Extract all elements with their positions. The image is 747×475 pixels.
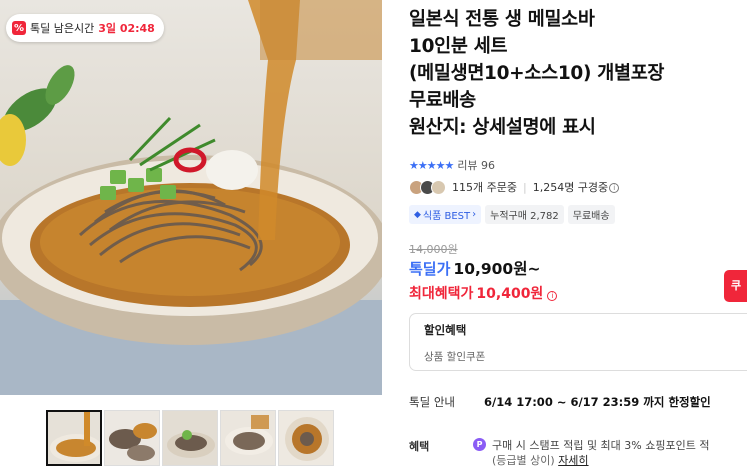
best-badge[interactable]: ◆ 식품 BEST › <box>409 205 482 224</box>
rating-row: ★★★★★ 리뷰 96 <box>409 157 495 173</box>
point-icon: P <box>473 438 486 451</box>
thumbnail-5[interactable] <box>278 410 334 466</box>
main-product-image[interactable]: % 톡딜 남은시간 3일 02:48 <box>0 0 382 395</box>
benefit-line-1: 구매 시 스탬프 적립 및 최대 3% 쇼핑포인트 적 <box>492 439 710 452</box>
max-benefit-row: 최대혜택가 10,400원 i <box>409 283 558 303</box>
deal-timer-badge: % 톡딜 남은시간 3일 02:48 <box>6 14 164 42</box>
benefit-note: (등급별 상이) <box>492 454 555 467</box>
discount-benefit-box[interactable]: 할인혜택 상품 할인쿠폰 <box>409 313 747 371</box>
badge-row: ◆ 식품 BEST › 누적구매 2,782 무료배송 <box>409 205 615 224</box>
free-shipping-badge: 무료배송 <box>567 205 615 224</box>
soba-photo <box>0 0 382 395</box>
title-line-1: 일본식 전통 생 메밀소바 <box>409 9 595 30</box>
discount-subtitle: 상품 할인쿠폰 <box>424 351 486 363</box>
diamond-icon: ◆ <box>414 209 421 220</box>
social-proof-row: 115개 주문중 | 1,254명 구경중 i <box>409 179 620 195</box>
chevron-right-icon: › <box>472 209 477 220</box>
original-price: 14,000원 <box>409 243 458 256</box>
thumbnail-2[interactable] <box>104 410 160 466</box>
thumbnail-3[interactable] <box>162 410 218 466</box>
coupon-button[interactable]: 쿠 <box>724 270 747 302</box>
divider: | <box>522 180 527 194</box>
deal-price-label: 톡딜가 <box>409 260 451 278</box>
discount-title: 할인혜택 <box>424 323 467 337</box>
timer-value: 3일 02:48 <box>98 22 155 35</box>
orders-count: 115개 주문중 <box>452 181 517 194</box>
title-line-2: 10인분 세트 <box>409 36 508 57</box>
benefit-label: 혜택 <box>409 440 430 453</box>
title-line-4: 무료배송 <box>409 90 476 111</box>
title-line-3: (메밀생면10+소스10) 개별포장 <box>409 63 665 84</box>
avatar <box>431 179 446 195</box>
deal-info-row: 톡딜 안내 6/14 17:00 ~ 6/17 23:59 까지 한정할인 <box>409 394 711 410</box>
deal-price-value: 10,900원~ <box>453 260 541 278</box>
max-benefit-label: 최대혜택가 <box>409 286 474 302</box>
thumbnail-4[interactable] <box>220 410 276 466</box>
info-icon[interactable]: i <box>609 183 620 193</box>
buyer-avatars <box>409 179 446 195</box>
max-benefit-value: 10,400원 <box>476 286 544 302</box>
deal-info-value: 6/14 17:00 ~ 6/17 23:59 까지 한정할인 <box>484 395 711 409</box>
benefit-row: 혜택 P 구매 시 스탬프 적립 및 최대 3% 쇼핑포인트 적 (등급별 상이… <box>409 438 709 468</box>
deal-info-label: 톡딜 안내 <box>409 395 455 409</box>
thumbnail-1[interactable] <box>46 410 102 466</box>
cumulative-purchase-badge: 누적구매 2,782 <box>485 205 564 224</box>
timer-label: 톡딜 남은시간 <box>30 22 95 35</box>
benefit-text: 구매 시 스탬프 적립 및 최대 3% 쇼핑포인트 적 (등급별 상이) 자세히 <box>492 438 709 468</box>
review-count-link[interactable]: 리뷰 96 <box>457 157 495 173</box>
info-icon[interactable]: i <box>547 291 558 301</box>
product-title: 일본식 전통 생 메밀소바 10인분 세트 (메밀생면10+소스10) 개별포장… <box>409 6 739 141</box>
title-line-5: 원산지: 상세설명에 표시 <box>409 117 596 138</box>
viewers-count: 1,254명 구경중 i <box>533 179 620 195</box>
benefit-detail-link[interactable]: 자세히 <box>558 454 588 467</box>
thumbnail-strip <box>46 410 334 466</box>
percent-icon: % <box>12 21 26 35</box>
deal-price-row: 톡딜가 10,900원~ <box>409 257 540 279</box>
star-rating-icon: ★★★★★ <box>409 158 454 172</box>
